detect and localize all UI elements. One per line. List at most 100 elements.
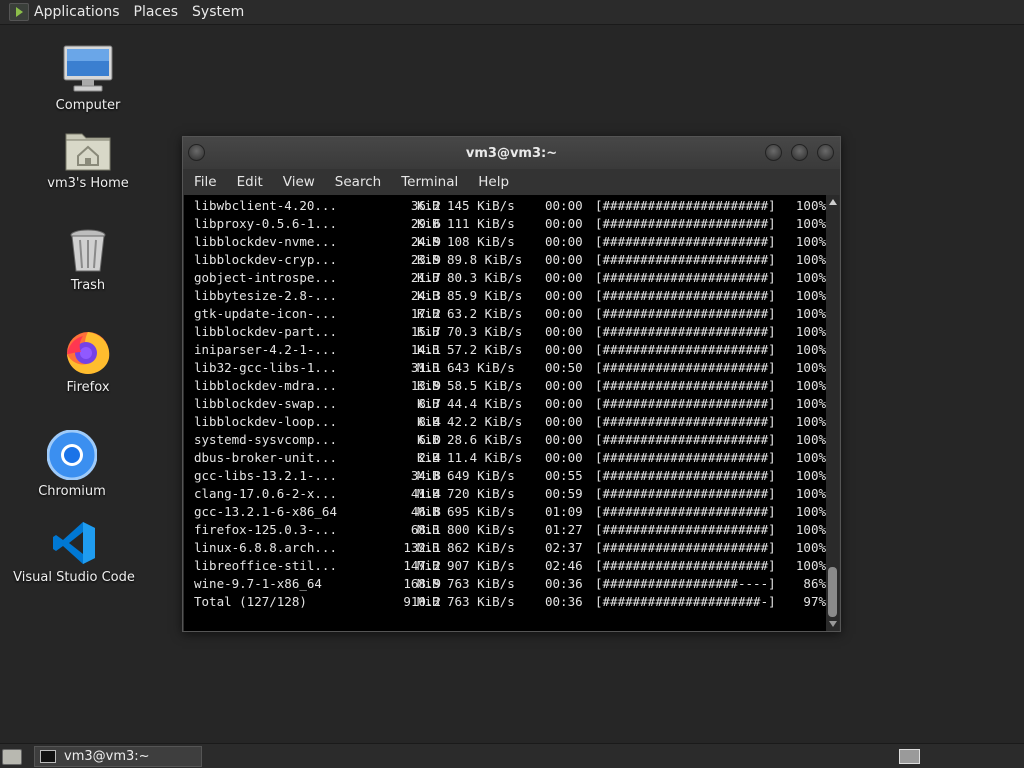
menu-search[interactable]: Search [335,174,381,190]
progress-bar: [######################] [595,288,776,303]
taskbar-window-button[interactable]: vm3@vm3:~ [34,746,202,767]
terminal-line: clang-17.0.6-2-x... 41.4 MiB 720 KiB/s 00:59… [184,485,826,503]
desktop-icon-label: Chromium [38,484,106,499]
terminal-window[interactable]: vm3@vm3:~ File Edit View Search Terminal… [182,136,841,632]
package-name: linux-6.8.8.arch... [194,540,337,555]
desktop-icon-computer[interactable]: Computer [28,44,148,113]
terminal-line: gtk-update-icon-... 17.2 KiB 63.2 KiB/s 00:0… [184,305,826,323]
size-unit: KiB [417,342,440,357]
desktop-icon-home[interactable]: vm3's Home [28,128,148,191]
progress-bar: [######################] [595,450,776,465]
menu-places[interactable]: Places [134,4,179,20]
download-rate: 111 KiB/s [447,216,515,231]
download-rate: 57.2 KiB/s [447,342,523,357]
scroll-down-arrow-icon[interactable] [829,621,837,627]
elapsed-time: 02:46 [545,558,583,573]
download-rate: 58.5 KiB/s [447,378,523,393]
maximize-button[interactable] [791,144,808,161]
terminal-line: libblockdev-part... 15.7 KiB 70.3 KiB/s 00:0… [184,323,826,341]
terminal-line: gcc-13.2.1-6-x86_64 46.8 MiB 695 KiB/s 01:09… [184,503,826,521]
progress-percent: 100% [795,468,826,483]
trash-icon [70,229,106,272]
download-rate: 763 KiB/s [447,576,515,591]
package-name: libblockdev-nvme... [194,234,337,249]
download-rate: 63.2 KiB/s [447,306,523,321]
terminal-line: libproxy-0.5.6-1... 29.6 KiB 111 KiB/s 00:00… [184,215,826,233]
show-desktop-icon[interactable] [2,749,22,765]
download-rate: 44.4 KiB/s [447,396,523,411]
terminal-line: linux-6.8.8.arch... 132.1 MiB 862 KiB/s 02:3… [184,539,826,557]
terminal-line: libblockdev-cryp... 23.9 KiB 89.8 KiB/s 00:0… [184,251,826,269]
size-unit: KiB [417,234,440,249]
progress-bar: [######################] [595,198,776,213]
progress-bar: [######################] [595,486,776,501]
desktop-icon-chromium[interactable]: Chromium [12,430,132,499]
elapsed-time: 00:00 [545,396,583,411]
desktop-icon-vscode[interactable]: Visual Studio Code [13,520,135,585]
window-menu-button[interactable] [188,144,205,161]
size-unit: KiB [417,432,440,447]
elapsed-time: 01:27 [545,522,583,537]
elapsed-time: 00:55 [545,468,583,483]
scrollbar-thumb[interactable] [828,567,837,617]
progress-bar: [######################] [595,504,776,519]
package-name: libreoffice-stil... [194,558,337,573]
size-unit: MiB [417,540,440,555]
progress-bar: [######################] [595,468,776,483]
terminal-line: gobject-introspe... 21.7 KiB 80.3 KiB/s 00:0… [184,269,826,287]
desktop-icon-trash[interactable]: Trash [28,228,148,293]
applications-menu-icon[interactable] [9,3,29,21]
progress-percent: 86% [803,576,826,591]
menu-applications[interactable]: Applications [34,4,120,20]
window-titlebar[interactable]: vm3@vm3:~ [183,137,840,169]
scroll-up-arrow-icon[interactable] [829,199,837,205]
size-unit: KiB [417,288,440,303]
menu-view[interactable]: View [283,174,315,190]
desktop-icon-label: vm3's Home [47,176,129,191]
download-rate: 70.3 KiB/s [447,324,523,339]
download-rate: 907 KiB/s [447,558,515,573]
download-rate: 649 KiB/s [447,468,515,483]
terminal-line: dbus-broker-unit... 2.4 KiB 11.4 KiB/s 00:00… [184,449,826,467]
progress-percent: 100% [795,396,826,411]
minimize-button[interactable] [765,144,782,161]
terminal-line: libbytesize-2.8-... 24.3 KiB 85.9 KiB/s 00:0… [184,287,826,305]
elapsed-time: 00:00 [545,342,583,357]
size-unit: MiB [417,504,440,519]
elapsed-time: 00:00 [545,216,583,231]
download-rate: 42.2 KiB/s [447,414,523,429]
terminal-output[interactable]: libwbclient-4.20... 36.2 KiB 145 KiB/s 00:00… [184,195,826,631]
menu-edit[interactable]: Edit [237,174,263,190]
download-rate: 145 KiB/s [447,198,515,213]
download-rate: 763 KiB/s [447,594,515,609]
chromium-icon [47,430,97,480]
size-unit: KiB [417,216,440,231]
desktop-icon-label: Firefox [66,380,110,395]
progress-bar: [######################] [595,432,776,447]
desktop-icon-firefox[interactable]: Firefox [28,326,148,395]
progress-percent: 100% [795,306,826,321]
desktop-icon-label: Visual Studio Code [13,570,135,585]
menu-file[interactable]: File [194,174,217,190]
download-rate: 80.3 KiB/s [447,270,523,285]
menu-system[interactable]: System [192,4,244,20]
terminal-line: iniparser-4.2-1-... 14.1 KiB 57.2 KiB/s 00:0… [184,341,826,359]
progress-percent: 100% [795,378,826,393]
terminal-line: libblockdev-mdra... 13.9 KiB 58.5 KiB/s 00:0… [184,377,826,395]
menu-terminal[interactable]: Terminal [401,174,458,190]
package-name: lib32-gcc-libs-1... [194,360,337,375]
menu-help[interactable]: Help [478,174,509,190]
package-name: gtk-update-icon-... [194,306,337,321]
progress-percent: 100% [795,504,826,519]
elapsed-time: 00:00 [545,450,583,465]
package-name: gcc-13.2.1-6-x86_64 [194,504,337,519]
workspace-switcher[interactable] [899,749,920,764]
package-name: libblockdev-cryp... [194,252,337,267]
size-unit: MiB [417,468,440,483]
progress-percent: 100% [795,486,826,501]
close-button[interactable] [817,144,834,161]
terminal-scrollbar[interactable] [826,195,839,631]
terminal-line: systemd-sysvcomp... 6.0 KiB 28.6 KiB/s 00:00… [184,431,826,449]
package-name: libbytesize-2.8-... [194,288,337,303]
terminal-line: libblockdev-swap... 8.7 KiB 44.4 KiB/s 00:00… [184,395,826,413]
